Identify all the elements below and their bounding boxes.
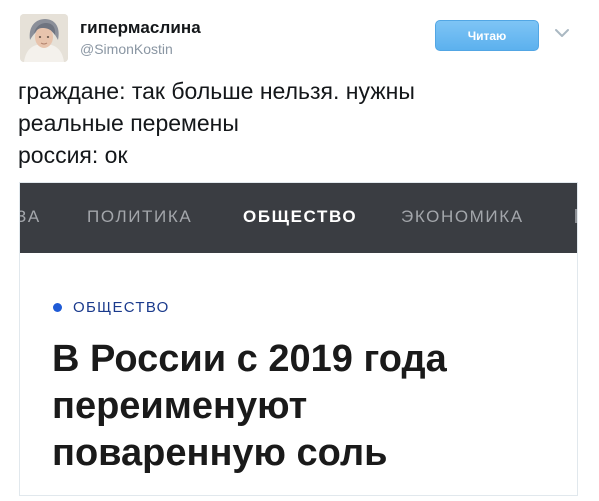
nav-item-politics[interactable]: ПОЛИТИКА — [87, 207, 192, 227]
embedded-screenshot-card[interactable]: ЗА ПОЛИТИКА ОБЩЕСТВО ЭКОНОМИКА ОБЩЕСТВО … — [19, 182, 578, 496]
nav-item-economy[interactable]: ЭКОНОМИКА — [401, 207, 524, 227]
category-label[interactable]: ОБЩЕСТВО — [53, 299, 170, 316]
headline-line: переименуют — [52, 385, 308, 427]
nav-item-society[interactable]: ОБЩЕСТВО — [243, 207, 357, 227]
chevron-down-icon[interactable] — [554, 26, 570, 40]
category-text: ОБЩЕСТВО — [73, 299, 170, 316]
user-avatar-icon — [20, 14, 68, 62]
tweet-text: граждане: так больше нельзя. нужны реаль… — [18, 75, 578, 171]
follow-button[interactable]: Читаю — [435, 20, 539, 51]
avatar[interactable] — [20, 14, 68, 62]
site-navbar: ЗА ПОЛИТИКА ОБЩЕСТВО ЭКОНОМИКА — [20, 183, 577, 253]
tweet-text-line: граждане: так больше нельзя. нужны — [18, 78, 415, 104]
nav-item-partial[interactable]: ЗА — [20, 207, 41, 227]
tweet-text-line: россия: ок — [18, 142, 128, 168]
tweet-text-line: реальные перемены — [18, 110, 239, 136]
category-dot-icon — [53, 303, 62, 312]
nav-overflow-edge — [575, 209, 577, 223]
headline-line: поваренную соль — [52, 432, 388, 474]
tweet-header: гипермаслина @SimonKostin Читаю — [20, 14, 580, 64]
article-headline[interactable]: В России с 2019 года переименуют поварен… — [52, 336, 562, 477]
headline-line: В России с 2019 года — [52, 338, 447, 380]
username[interactable]: @SimonKostin — [80, 41, 173, 57]
display-name[interactable]: гипермаслина — [80, 18, 201, 38]
